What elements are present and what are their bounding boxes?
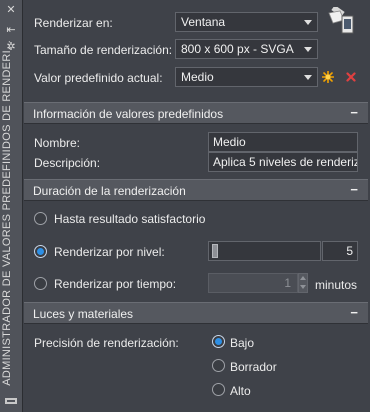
precision-draft-label[interactable]: Borrador <box>230 360 277 374</box>
render-duration-section-header[interactable]: Duración de la renderización − <box>24 179 368 201</box>
render-window-icon[interactable] <box>326 7 356 37</box>
time-unit-label: minutos <box>315 278 358 292</box>
precision-draft-radio[interactable] <box>212 359 225 372</box>
section-title: Luces y materiales <box>33 307 134 321</box>
precision-high-radio[interactable] <box>212 383 225 396</box>
palette-title: ADMINISTRADOR DE VALORES PREDEFINIDOS DE… <box>1 40 13 386</box>
render-level-slider[interactable] <box>208 241 321 261</box>
close-icon[interactable]: ✕ <box>4 4 18 16</box>
precision-high-label[interactable]: Alto <box>230 384 251 398</box>
section-title: Duración de la renderización <box>33 184 186 198</box>
preset-info-section-header[interactable]: Información de valores predefinidos − <box>24 102 368 124</box>
preset-name-label: Nombre: <box>34 136 81 150</box>
precision-low-label[interactable]: Bajo <box>230 336 254 350</box>
chevron-down-icon <box>304 47 312 52</box>
render-presets-palette: ✕ ⇤ ✲ ADMINISTRADOR DE VALORES PREDEFINI… <box>0 0 370 412</box>
collapse-icon[interactable]: − <box>350 105 358 120</box>
render-by-time-label[interactable]: Renderizar por tiempo: <box>54 277 176 291</box>
chevron-down-icon <box>304 75 312 80</box>
section-title: Información de valores predefinidos <box>33 107 224 121</box>
palette-titlebar[interactable]: ✕ ⇤ ✲ ADMINISTRADOR DE VALORES PREDEFINI… <box>0 0 23 412</box>
render-in-label: Renderizar en: <box>34 16 113 30</box>
current-preset-dropdown[interactable]: Medio <box>175 67 318 87</box>
render-size-value: 800 x 600 px - SVGA <box>181 42 294 56</box>
precision-low-radio[interactable] <box>212 335 225 348</box>
auto-hide-icon[interactable]: ⇤ <box>4 24 18 36</box>
collapse-icon[interactable]: − <box>350 182 358 197</box>
render-precision-label: Precisión de renderización: <box>34 336 179 350</box>
render-in-dropdown[interactable]: Ventana <box>175 12 318 32</box>
new-preset-icon[interactable] <box>322 71 334 83</box>
preset-description-field[interactable]: Aplica 5 niveles de renderizado <box>208 152 358 172</box>
render-by-level-radio[interactable] <box>34 245 47 258</box>
preset-description-label: Descripción: <box>34 156 101 170</box>
render-in-value: Ventana <box>181 15 226 29</box>
collapse-icon[interactable]: − <box>350 305 358 320</box>
render-by-level-label[interactable]: Renderizar por nivel: <box>54 245 165 259</box>
current-preset-label: Valor predefinido actual: <box>34 71 163 85</box>
spinner-up-icon[interactable] <box>300 276 306 280</box>
render-time-spinner[interactable] <box>298 273 308 293</box>
delete-preset-icon[interactable] <box>346 72 356 82</box>
spinner-down-icon[interactable] <box>300 285 306 289</box>
palette-grip-icon[interactable] <box>4 396 18 406</box>
render-size-dropdown[interactable]: 800 x 600 px - SVGA <box>175 39 318 59</box>
until-satisfactory-label[interactable]: Hasta resultado satisfactorio <box>54 212 205 226</box>
slider-thumb[interactable] <box>212 244 218 258</box>
current-preset-value: Medio <box>181 70 214 84</box>
lights-materials-section-header[interactable]: Luces y materiales − <box>24 302 368 324</box>
until-satisfactory-radio[interactable] <box>34 212 47 225</box>
render-level-field[interactable]: 5 <box>322 241 358 261</box>
render-size-label: Tamaño de renderización: <box>34 43 173 57</box>
render-time-field[interactable]: 1 <box>208 273 298 293</box>
palette-content: Renderizar en: Ventana Tamaño de renderi… <box>23 0 368 412</box>
preset-name-field[interactable]: Medio <box>208 132 358 152</box>
render-by-time-radio[interactable] <box>34 277 47 290</box>
chevron-down-icon <box>304 20 312 25</box>
